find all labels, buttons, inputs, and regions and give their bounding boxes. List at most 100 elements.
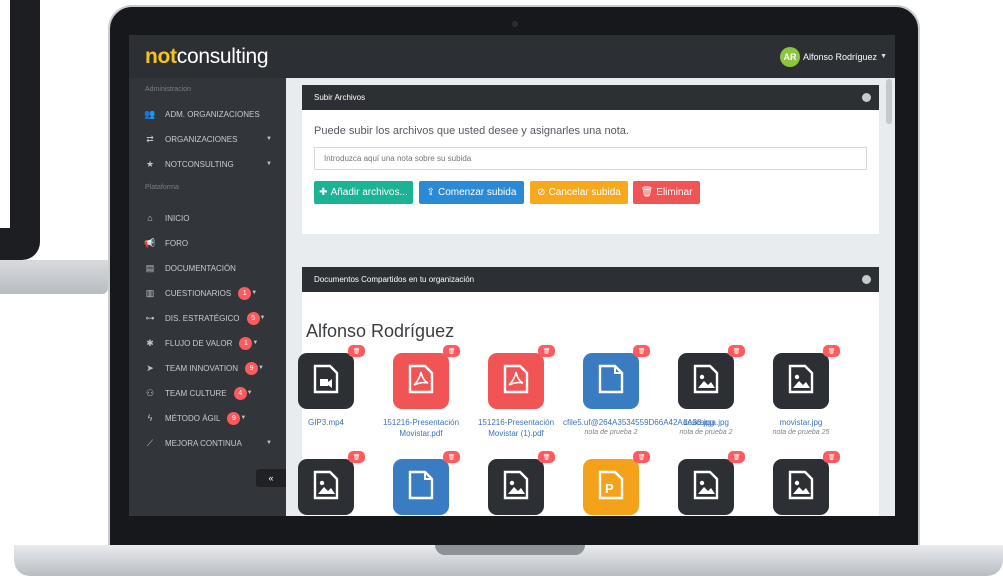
cancel-upload-button[interactable]: ⊘ Cancelar subida <box>530 181 628 204</box>
file-icon <box>597 364 625 399</box>
sidebar-item-notconsulting[interactable]: ★ NOTCONSULTING ▼ <box>129 154 286 174</box>
start-upload-button[interactable]: ⇪ Comenzar subida <box>419 181 524 204</box>
file-thumbnail[interactable]: 🗑 <box>678 451 745 515</box>
file-name[interactable]: cfile5.uf@264A3534559D66A42A1A38.jpg <box>563 417 714 428</box>
star-icon: ★ <box>145 158 155 169</box>
sidebar-item-label: FLUJO DE VALOR <box>165 338 233 348</box>
add-files-button[interactable]: ✚ Añadir archivos... <box>314 181 413 204</box>
file-item[interactable]: 🗑 cfile5.uf@264A3534559D66A42A1A38.jpg not… <box>563 345 714 438</box>
delete-file-button[interactable]: 🗑 <box>728 451 745 463</box>
notification-badge: 5 <box>246 311 260 325</box>
delete-file-button[interactable]: 🗑 <box>823 451 840 463</box>
logo-rest-part: consulting <box>176 44 269 68</box>
sidebar: Administracion 👥 ADM. ORGANIZACIONES ⇄ O… <box>129 78 286 516</box>
avatar: AR <box>780 46 801 67</box>
file-thumbnail[interactable]: 🗑 <box>488 451 555 515</box>
sidebar-item-mejora-continua[interactable]: ⟋ MEJORA CONTINUA ▼ <box>129 433 286 453</box>
file-name[interactable]: GIP3.mp4 <box>278 417 374 428</box>
sidebar-item-foro[interactable]: 📢 FORO <box>129 233 286 253</box>
section-label-platform: Plataforma <box>145 184 179 191</box>
add-files-label: Añadir archivos... <box>330 187 408 198</box>
ban-icon: ⊘ <box>537 187 546 198</box>
file-name[interactable]: descarga.jpg <box>658 417 754 428</box>
asterisk-icon: ✱ <box>146 337 154 348</box>
file-item[interactable]: 🗑 151216-Presentación Movistar (1).pdf <box>468 345 564 439</box>
delete-file-button[interactable]: 🗑 <box>538 345 555 357</box>
start-upload-label: Comenzar subida <box>438 187 517 198</box>
file-thumbnail[interactable]: 🗑 <box>773 451 840 515</box>
sidebar-item-label: CUESTIONARIOS <box>165 288 232 298</box>
sidebar-item-metodo-agil[interactable]: ϟ MÉTODO ÁGIL 9 ▼ <box>129 408 286 428</box>
sidebar-item-organizaciones[interactable]: ⇄ ORGANIZACIONES ▼ <box>129 129 286 149</box>
note-input[interactable] <box>314 147 867 170</box>
delete-file-button[interactable]: 🗑 <box>443 345 460 357</box>
file-thumbnail[interactable]: 🗑 <box>773 345 840 409</box>
file-thumbnail[interactable]: 🗑 <box>678 345 745 409</box>
upload-panel: Subir Archivos Puede subir los archivos … <box>302 85 879 234</box>
file-thumbnail[interactable]: 🗑 <box>583 345 650 409</box>
file-name[interactable]: 151216-Presentación Movistar (1).pdf <box>468 417 564 439</box>
file-thumbnail[interactable]: 🗑 <box>488 345 555 409</box>
chevron-down-icon: ▼ <box>240 415 247 421</box>
file-name[interactable]: 151216-Presentación Movistar.pdf <box>373 417 469 439</box>
delete-file-button[interactable]: 🗑 <box>538 451 555 463</box>
file-item[interactable]: 🗑 <box>373 451 469 516</box>
sidebar-item-documentacion[interactable]: ▤ DOCUMENTACIÓN <box>129 258 286 278</box>
image-file-icon <box>312 470 340 505</box>
svg-text:P: P <box>605 481 614 496</box>
file-item[interactable]: 🗑 151216-Presentación Movistar.pdf <box>373 345 469 439</box>
file-item[interactable]: 🗑 GIP3.mp4 <box>278 345 374 428</box>
file-thumbnail[interactable]: 🗑 <box>298 345 365 409</box>
pin-icon[interactable] <box>862 275 871 284</box>
sidebar-item-label: DOCUMENTACIÓN <box>165 263 236 273</box>
delete-button[interactable]: 🗑 Eliminar <box>633 181 700 204</box>
file-item[interactable]: 🗑 movistar.jpg nota de prueba 25 <box>753 345 849 438</box>
cancel-upload-label: Cancelar subida <box>548 187 621 198</box>
bolt-icon: ϟ <box>147 413 153 423</box>
file-item[interactable]: 🗑 <box>468 451 564 516</box>
user-menu[interactable]: AR Alfonso Rodríguez ▼ <box>780 46 887 67</box>
sidebar-item-team-culture[interactable]: ⚇ TEAM CULTURE 4 ▼ <box>129 383 286 403</box>
delete-file-button[interactable]: 🗑 <box>443 451 460 463</box>
image-file-icon <box>692 364 720 399</box>
sidebar-item-adm-organizaciones[interactable]: 👥 ADM. ORGANIZACIONES <box>129 104 286 124</box>
chevron-down-icon: ▼ <box>880 53 887 60</box>
notification-badge: 1 <box>239 336 253 350</box>
file-item[interactable]: 🗑 <box>753 451 849 516</box>
background-laptop-display <box>0 0 10 228</box>
upload-panel-title: Subir Archivos <box>314 93 366 102</box>
file-item[interactable]: 🗑 descarga.jpg nota de prueba 2 <box>658 345 754 438</box>
sidebar-item-label: MÉTODO ÁGIL <box>165 413 221 423</box>
file-item[interactable]: 🗑 <box>278 451 374 516</box>
sidebar-item-label: MEJORA CONTINUA <box>165 438 242 448</box>
logo[interactable]: notconsulting <box>145 44 269 69</box>
file-name[interactable]: movistar.jpg <box>753 417 849 428</box>
trash-icon: 🗑 <box>640 187 654 198</box>
chevron-down-icon: ▼ <box>266 161 272 167</box>
file-item[interactable]: 🗑 <box>658 451 754 516</box>
delete-file-button[interactable]: 🗑 <box>728 345 745 357</box>
background-laptop-base <box>0 260 108 294</box>
delete-file-button[interactable]: 🗑 <box>348 451 365 463</box>
powerpoint-file-icon: P <box>597 470 625 505</box>
sidebar-item-cuestionarios[interactable]: ▥ CUESTIONARIOS 1 ▼ <box>129 283 286 303</box>
scrollbar[interactable] <box>886 79 892 124</box>
sidebar-item-team-innovation[interactable]: ➤ TEAM INNOVATION 9 ▼ <box>129 358 286 378</box>
bar-chart-icon: ▥ <box>145 287 155 298</box>
delete-file-button[interactable]: 🗑 <box>823 345 840 357</box>
file-thumbnail[interactable]: 🗑 <box>298 451 365 515</box>
file-thumbnail[interactable]: P 🗑 <box>583 451 650 515</box>
pdf-file-icon <box>407 364 435 399</box>
delete-file-button[interactable]: 🗑 <box>348 345 365 357</box>
sidebar-item-flujo-de-valor[interactable]: ✱ FLUJO DE VALOR 1 ▼ <box>129 333 286 353</box>
delete-file-button[interactable]: 🗑 <box>633 451 650 463</box>
file-thumbnail[interactable]: 🗑 <box>393 451 460 515</box>
sidebar-item-inicio[interactable]: ⌂ INICIO <box>129 208 286 228</box>
file-item[interactable]: P 🗑 <box>563 451 659 516</box>
line-chart-icon: ⟋ <box>146 437 154 448</box>
sidebar-item-dis-estrategico[interactable]: ⊶ DIS. ESTRATÉGICO 5 ▼ <box>129 308 286 328</box>
home-icon: ⌂ <box>147 213 153 223</box>
file-thumbnail[interactable]: 🗑 <box>393 345 460 409</box>
delete-file-button[interactable]: 🗑 <box>633 345 650 357</box>
pin-icon[interactable] <box>862 93 871 102</box>
